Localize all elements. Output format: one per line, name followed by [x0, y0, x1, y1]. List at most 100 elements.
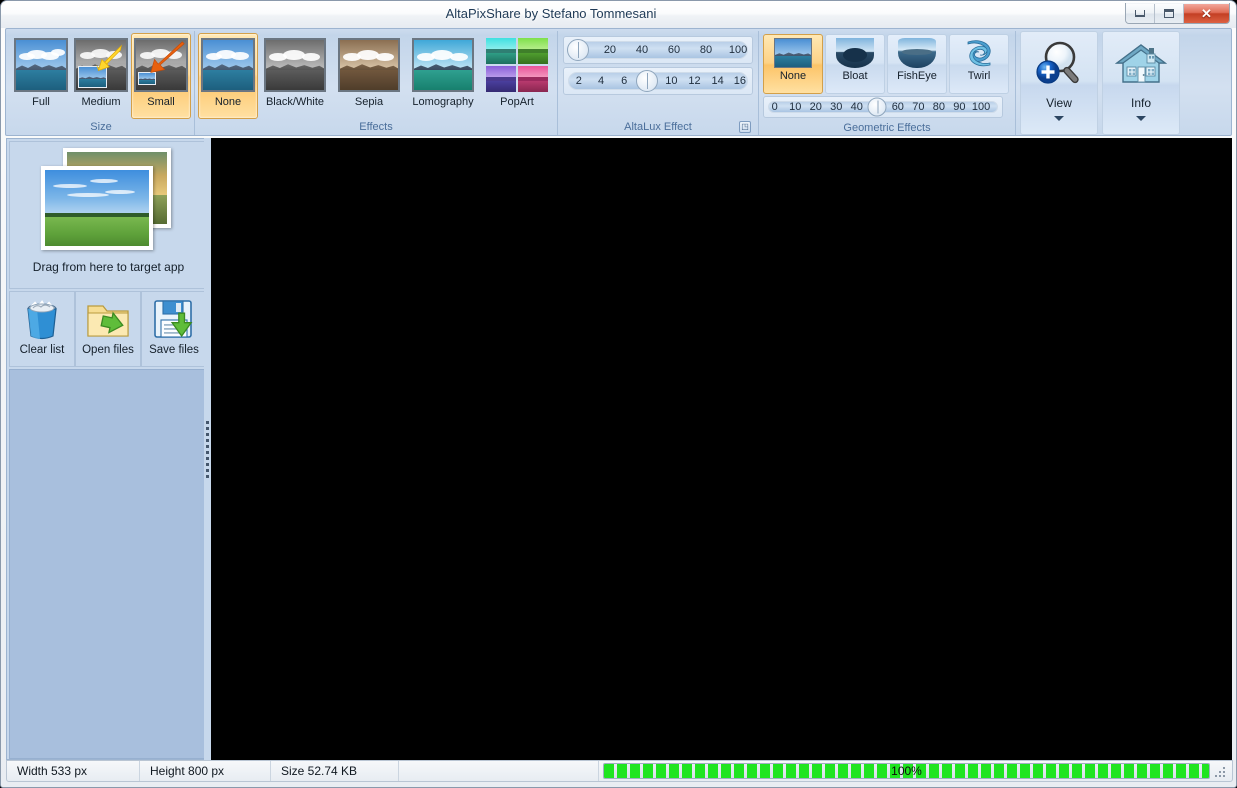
tick-90: 90: [953, 101, 966, 113]
save-files-button[interactable]: Save files: [141, 291, 207, 367]
tick-40: 40: [635, 44, 649, 56]
splitter-grip-icon: [206, 420, 209, 478]
drag-caption: Drag from here to target app: [32, 260, 185, 274]
ribbon-group-altalux-label: AltaLux Effect ◳: [563, 120, 753, 135]
info-button[interactable]: Info: [1102, 31, 1180, 135]
geometric-amount-thumb[interactable]: [867, 97, 887, 117]
tick-20: 20: [603, 44, 617, 56]
tick-70: 70: [912, 101, 925, 113]
width-status: Width 533 px: [7, 761, 140, 781]
geometric-option-bloat-label: Bloat: [842, 70, 868, 82]
resize-grip-icon[interactable]: [1212, 763, 1228, 779]
progress-area: 100%: [599, 761, 1232, 781]
photo-front: [40, 166, 153, 250]
thumbnail-popart-icon: [486, 38, 548, 92]
open-folder-icon: [85, 296, 131, 342]
geometric-option-twirl[interactable]: Twirl: [949, 34, 1009, 94]
size-option-full-label: Full: [32, 96, 50, 108]
close-icon: ✕: [1201, 5, 1212, 21]
thumbnail-full-icon: [14, 38, 68, 92]
window-controls: ✕: [1125, 3, 1230, 24]
geo-fisheye-icon: [898, 38, 936, 68]
tick-30: 30: [830, 101, 843, 113]
clear-list-button[interactable]: Clear list: [9, 291, 75, 367]
progress-percent-label: 100%: [891, 764, 922, 778]
size-option-small-label: Small: [147, 96, 175, 108]
minimize-button[interactable]: [1126, 3, 1155, 23]
tick-14: 14: [711, 75, 724, 87]
size-option-full[interactable]: Full: [11, 33, 71, 119]
trash-can-icon: [19, 296, 65, 342]
tick-16: 16: [733, 75, 746, 87]
thumbnail-blackwhite-icon: [264, 38, 326, 92]
altalux-strength-track[interactable]: 0 20 40 60 80 100: [566, 39, 748, 61]
effect-option-lomography[interactable]: Lomography: [406, 33, 480, 119]
image-preview-canvas[interactable]: [211, 138, 1232, 760]
application-window: AltaPixShare by Stefano Tommesani ✕ Full…: [0, 0, 1237, 788]
geometric-amount-track[interactable]: 0 10 20 30 40 50 60 70 80 90 100: [768, 97, 998, 117]
chevron-down-icon[interactable]: [1054, 116, 1064, 121]
minimize-icon: [1135, 9, 1145, 17]
tick-4: 4: [597, 75, 605, 87]
tick-60: 60: [667, 44, 681, 56]
geometric-option-fisheye[interactable]: FishEye: [887, 34, 947, 94]
tick-6: 6: [621, 75, 628, 87]
view-button[interactable]: View: [1020, 31, 1098, 135]
size-option-medium-label: Medium: [81, 96, 121, 108]
tick-2: 2: [575, 75, 582, 87]
thumbnail-medium-icon: [74, 38, 128, 92]
save-files-label: Save files: [149, 344, 199, 356]
yellow-arrow-icon: [96, 44, 123, 72]
geometric-option-none[interactable]: None: [763, 34, 823, 94]
effect-option-blackwhite[interactable]: Black/White: [258, 33, 332, 119]
floppy-save-icon: [151, 296, 197, 342]
geometric-amount-slider[interactable]: 0 10 20 30 40 50 60 70 80 90 100: [763, 96, 1003, 118]
file-list[interactable]: [9, 369, 208, 759]
size-status: Size 52.74 KB: [271, 761, 399, 781]
geometric-option-none-label: None: [779, 70, 807, 82]
chevron-down-icon[interactable]: [1136, 116, 1146, 121]
altalux-strength-thumb[interactable]: [566, 39, 589, 61]
ribbon-group-view: View Info: [1016, 31, 1184, 135]
altalux-strength-slider[interactable]: 0 20 40 60 80 100: [563, 36, 753, 64]
ribbon-group-effects-label: Effects: [359, 121, 393, 133]
geo-bloat-icon: [836, 38, 874, 68]
altalux-scale-track[interactable]: 2 4 6 8 10 12 14 16: [568, 70, 748, 92]
ribbon-group-altalux-title: AltaLux Effect: [624, 121, 692, 133]
ribbon-group-size-label: Size: [90, 121, 112, 133]
size-option-medium[interactable]: Medium: [71, 33, 131, 119]
effect-option-blackwhite-label: Black/White: [265, 96, 325, 108]
geometric-option-bloat[interactable]: Bloat: [825, 34, 885, 94]
restore-button[interactable]: [1155, 3, 1184, 23]
tick-40: 40: [850, 101, 863, 113]
effect-option-popart[interactable]: PopArt: [480, 33, 554, 119]
tick-60: 60: [891, 101, 904, 113]
spacer-status: [399, 761, 599, 781]
effect-option-lomography-label: Lomography: [412, 96, 474, 108]
close-button[interactable]: ✕: [1184, 3, 1229, 23]
tick-10: 10: [665, 75, 678, 87]
sidebar-command-row: Clear list Open files Save files: [9, 291, 208, 367]
geometric-option-twirl-label: Twirl: [967, 70, 991, 82]
height-status: Height 800 px: [140, 761, 271, 781]
clear-list-label: Clear list: [19, 344, 65, 356]
restore-icon: [1164, 8, 1174, 18]
altalux-scale-thumb[interactable]: [636, 70, 659, 92]
open-files-button[interactable]: Open files: [75, 291, 141, 367]
title-bar: AltaPixShare by Stefano Tommesani ✕: [1, 1, 1236, 28]
drag-source-area[interactable]: Drag from here to target app: [9, 141, 208, 289]
status-bar: Width 533 px Height 800 px Size 52.74 KB…: [6, 760, 1233, 782]
geometric-options: None Bloat FishEye Twirl: [763, 34, 1011, 94]
effect-option-sepia[interactable]: Sepia: [332, 33, 406, 119]
size-option-small[interactable]: Small: [131, 33, 191, 119]
geo-none-icon: [774, 38, 812, 68]
effect-option-none[interactable]: None: [198, 33, 258, 119]
effect-option-sepia-label: Sepia: [354, 96, 384, 108]
geo-twirl-icon: [960, 38, 998, 68]
dialog-launcher-icon[interactable]: ◳: [739, 121, 751, 133]
effect-option-none-label: None: [214, 96, 242, 108]
panel-splitter[interactable]: [204, 138, 211, 760]
progress-bar: 100%: [603, 763, 1210, 779]
altalux-scale-slider[interactable]: 2 4 6 8 10 12 14 16: [563, 67, 753, 95]
tick-80: 80: [699, 44, 713, 56]
